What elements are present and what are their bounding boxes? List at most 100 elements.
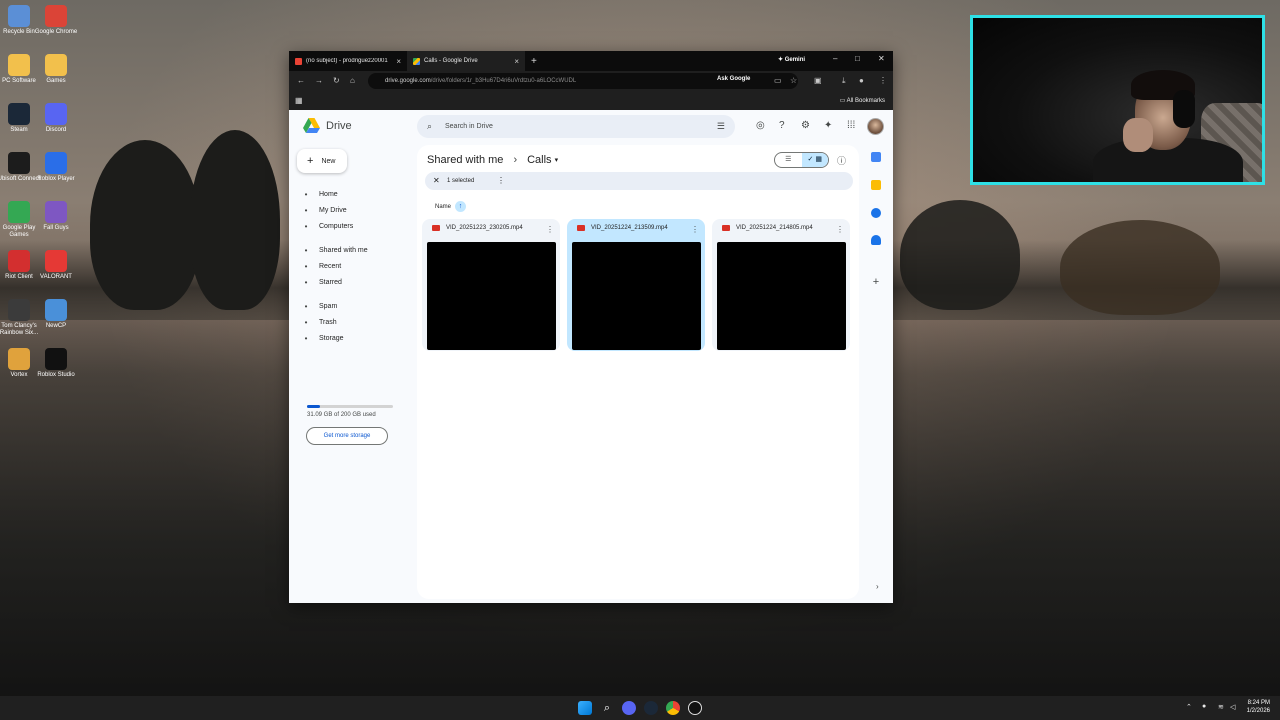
tab-drive[interactable]: Calls - Google Drive × (407, 51, 525, 71)
google-apps-icon[interactable]: ⁞⁞⁞ (847, 120, 855, 131)
maximize-icon[interactable]: □ (855, 54, 860, 63)
more-actions-icon[interactable]: ⋮ (497, 172, 505, 190)
obs-icon[interactable] (688, 701, 702, 715)
desktop-icon[interactable]: VALORANT (34, 250, 78, 281)
calendar-icon[interactable] (871, 152, 881, 162)
windows-start-icon[interactable] (578, 701, 592, 715)
avatar[interactable] (867, 118, 884, 135)
sidebar-item-my-drive[interactable]: • My Drive (301, 206, 347, 215)
chevron-right-icon[interactable]: › (876, 582, 879, 591)
video-thumbnail[interactable] (572, 242, 701, 350)
ask-google-button[interactable]: Ask Google (717, 76, 750, 82)
file-card[interactable]: VID_20251223_230205.mp4 ⋮ (422, 219, 560, 351)
sidebar-item-recent[interactable]: • Recent (301, 262, 342, 271)
app-name: Drive (326, 119, 352, 132)
new-button[interactable]: + New (297, 149, 347, 173)
forward-icon[interactable]: → (315, 76, 323, 85)
sidebar-item-starred[interactable]: • Starred (301, 278, 342, 287)
sidebar-item-storage[interactable]: • Storage (301, 334, 344, 343)
video-thumbnail[interactable] (717, 242, 846, 350)
more-actions-icon[interactable]: ⋮ (691, 225, 699, 234)
close-icon[interactable]: × (514, 57, 519, 66)
grid-view-icon[interactable]: ✓ ▦ (801, 153, 828, 167)
chrome-icon[interactable] (666, 701, 680, 715)
ubisoft-icon (8, 152, 30, 174)
file-card[interactable]: VID_20251224_213509.mp4 ⋮ (567, 219, 705, 351)
close-icon[interactable]: × (396, 57, 401, 66)
close-window-icon[interactable]: ✕ (878, 54, 885, 63)
sidebar-item-spam[interactable]: • Spam (301, 302, 338, 311)
search-input[interactable]: ⌕ Search in Drive ☰ (417, 115, 735, 138)
list-view-icon[interactable]: ☰ (775, 153, 802, 167)
contacts-icon[interactable] (871, 235, 881, 245)
desktop-icon[interactable]: Google Chrome (34, 5, 78, 36)
desktop-icon[interactable]: Roblox Studio (34, 348, 78, 379)
clear-selection-icon[interactable]: ✕ (433, 172, 440, 190)
browser-window: (no subject) - prodriguez20001 × Calls -… (289, 51, 893, 603)
profile-icon[interactable]: ● (859, 76, 864, 85)
breadcrumb-parent[interactable]: Shared with me (427, 154, 503, 166)
desktop-icon-label: Discord (45, 127, 67, 133)
tasks-icon[interactable] (871, 208, 881, 218)
offline-status-icon[interactable]: ◎ (756, 120, 765, 131)
steam-icon (8, 103, 30, 125)
volume-icon[interactable]: ◁ (1230, 703, 1235, 711)
help-icon[interactable]: ? (779, 120, 785, 131)
wallpaper-tree (900, 200, 1020, 310)
steam-icon[interactable] (644, 701, 658, 715)
home-icon[interactable]: ⌂ (350, 76, 355, 85)
desktop-icon[interactable]: Games (34, 54, 78, 85)
menu-icon[interactable]: ⋮ (879, 76, 887, 85)
clock-date: 1/2/2026 (1246, 708, 1270, 714)
search-icon[interactable]: ⌕ (600, 701, 614, 715)
sidebar-item-trash[interactable]: • Trash (301, 318, 337, 327)
tab-bar: (no subject) - prodriguez20001 × Calls -… (289, 51, 893, 71)
reload-icon[interactable]: ↻ (333, 76, 340, 85)
back-icon[interactable]: ← (297, 76, 305, 85)
gemini-spark-icon[interactable]: ✦ (824, 120, 832, 131)
sort-arrow-up-icon[interactable]: ↑ (455, 201, 467, 212)
dropdown-arrow-icon[interactable]: ▾ (555, 156, 559, 164)
video-thumbnail[interactable] (427, 242, 556, 350)
microphone-icon[interactable]: ● (1202, 703, 1206, 710)
storage-text: 31.09 GB of 200 GB used (307, 412, 376, 418)
browser-toolbar: ← → ↻ ⌂ drive.google.com/drive/folders/1… (289, 71, 893, 91)
discord-icon[interactable] (622, 701, 636, 715)
minimize-icon[interactable]: – (833, 54, 837, 63)
tab-gmail[interactable]: (no subject) - prodriguez20001 × (289, 51, 407, 71)
settings-icon[interactable]: ⚙ (801, 120, 810, 131)
more-actions-icon[interactable]: ⋮ (546, 225, 554, 234)
storage-bar (307, 405, 393, 408)
system-clock[interactable]: 8:24 PM 1/2/2026 (1240, 699, 1270, 715)
more-actions-icon[interactable]: ⋮ (836, 225, 844, 234)
add-addon-icon[interactable]: + (871, 277, 881, 288)
gemini-button[interactable]: ✦ Gemini (778, 56, 805, 63)
download-icon[interactable]: ⤓ (842, 76, 846, 86)
search-options-icon[interactable]: ☰ (717, 115, 725, 138)
info-icon[interactable]: ⓘ (837, 154, 846, 167)
all-bookmarks[interactable]: ▭ All Bookmarks (840, 97, 885, 104)
sidebar-item-home[interactable]: • Home (301, 190, 338, 199)
new-tab-button[interactable]: + (531, 56, 537, 67)
sort-by-name[interactable]: Name ↑ (435, 201, 467, 212)
tab-title: (no subject) - prodriguez20001 (306, 58, 388, 64)
sidebar-item-computers[interactable]: • Computers (301, 222, 354, 231)
keep-icon[interactable] (871, 180, 881, 190)
apps-icon[interactable]: ▦ (295, 96, 303, 105)
cast-icon[interactable]: ▭ (774, 76, 782, 85)
sidebar-item-label: Storage (319, 335, 344, 342)
desktop-icon[interactable]: Roblox Player (34, 152, 78, 183)
sidepanel-icon[interactable]: ▣ (814, 76, 822, 85)
drive-logo[interactable]: Drive (303, 118, 352, 133)
desktop-icon[interactable]: Fall Guys (34, 201, 78, 232)
sidebar-item-shared-with-me[interactable]: • Shared with me (301, 246, 368, 255)
desktop-icon[interactable]: Discord (34, 103, 78, 134)
bookmark-star-icon[interactable]: ☆ (790, 76, 797, 85)
wifi-icon[interactable]: ≋ (1218, 703, 1224, 711)
desktop-icon[interactable]: NewCP (34, 299, 78, 330)
tray-chevron-icon[interactable]: ⌃ (1186, 703, 1192, 711)
breadcrumb-current[interactable]: Calls (527, 154, 551, 166)
file-card[interactable]: VID_20251224_214805.mp4 ⋮ (712, 219, 850, 351)
get-more-storage-button[interactable]: Get more storage (306, 427, 388, 445)
desktop-icon-label: Games (46, 78, 66, 84)
